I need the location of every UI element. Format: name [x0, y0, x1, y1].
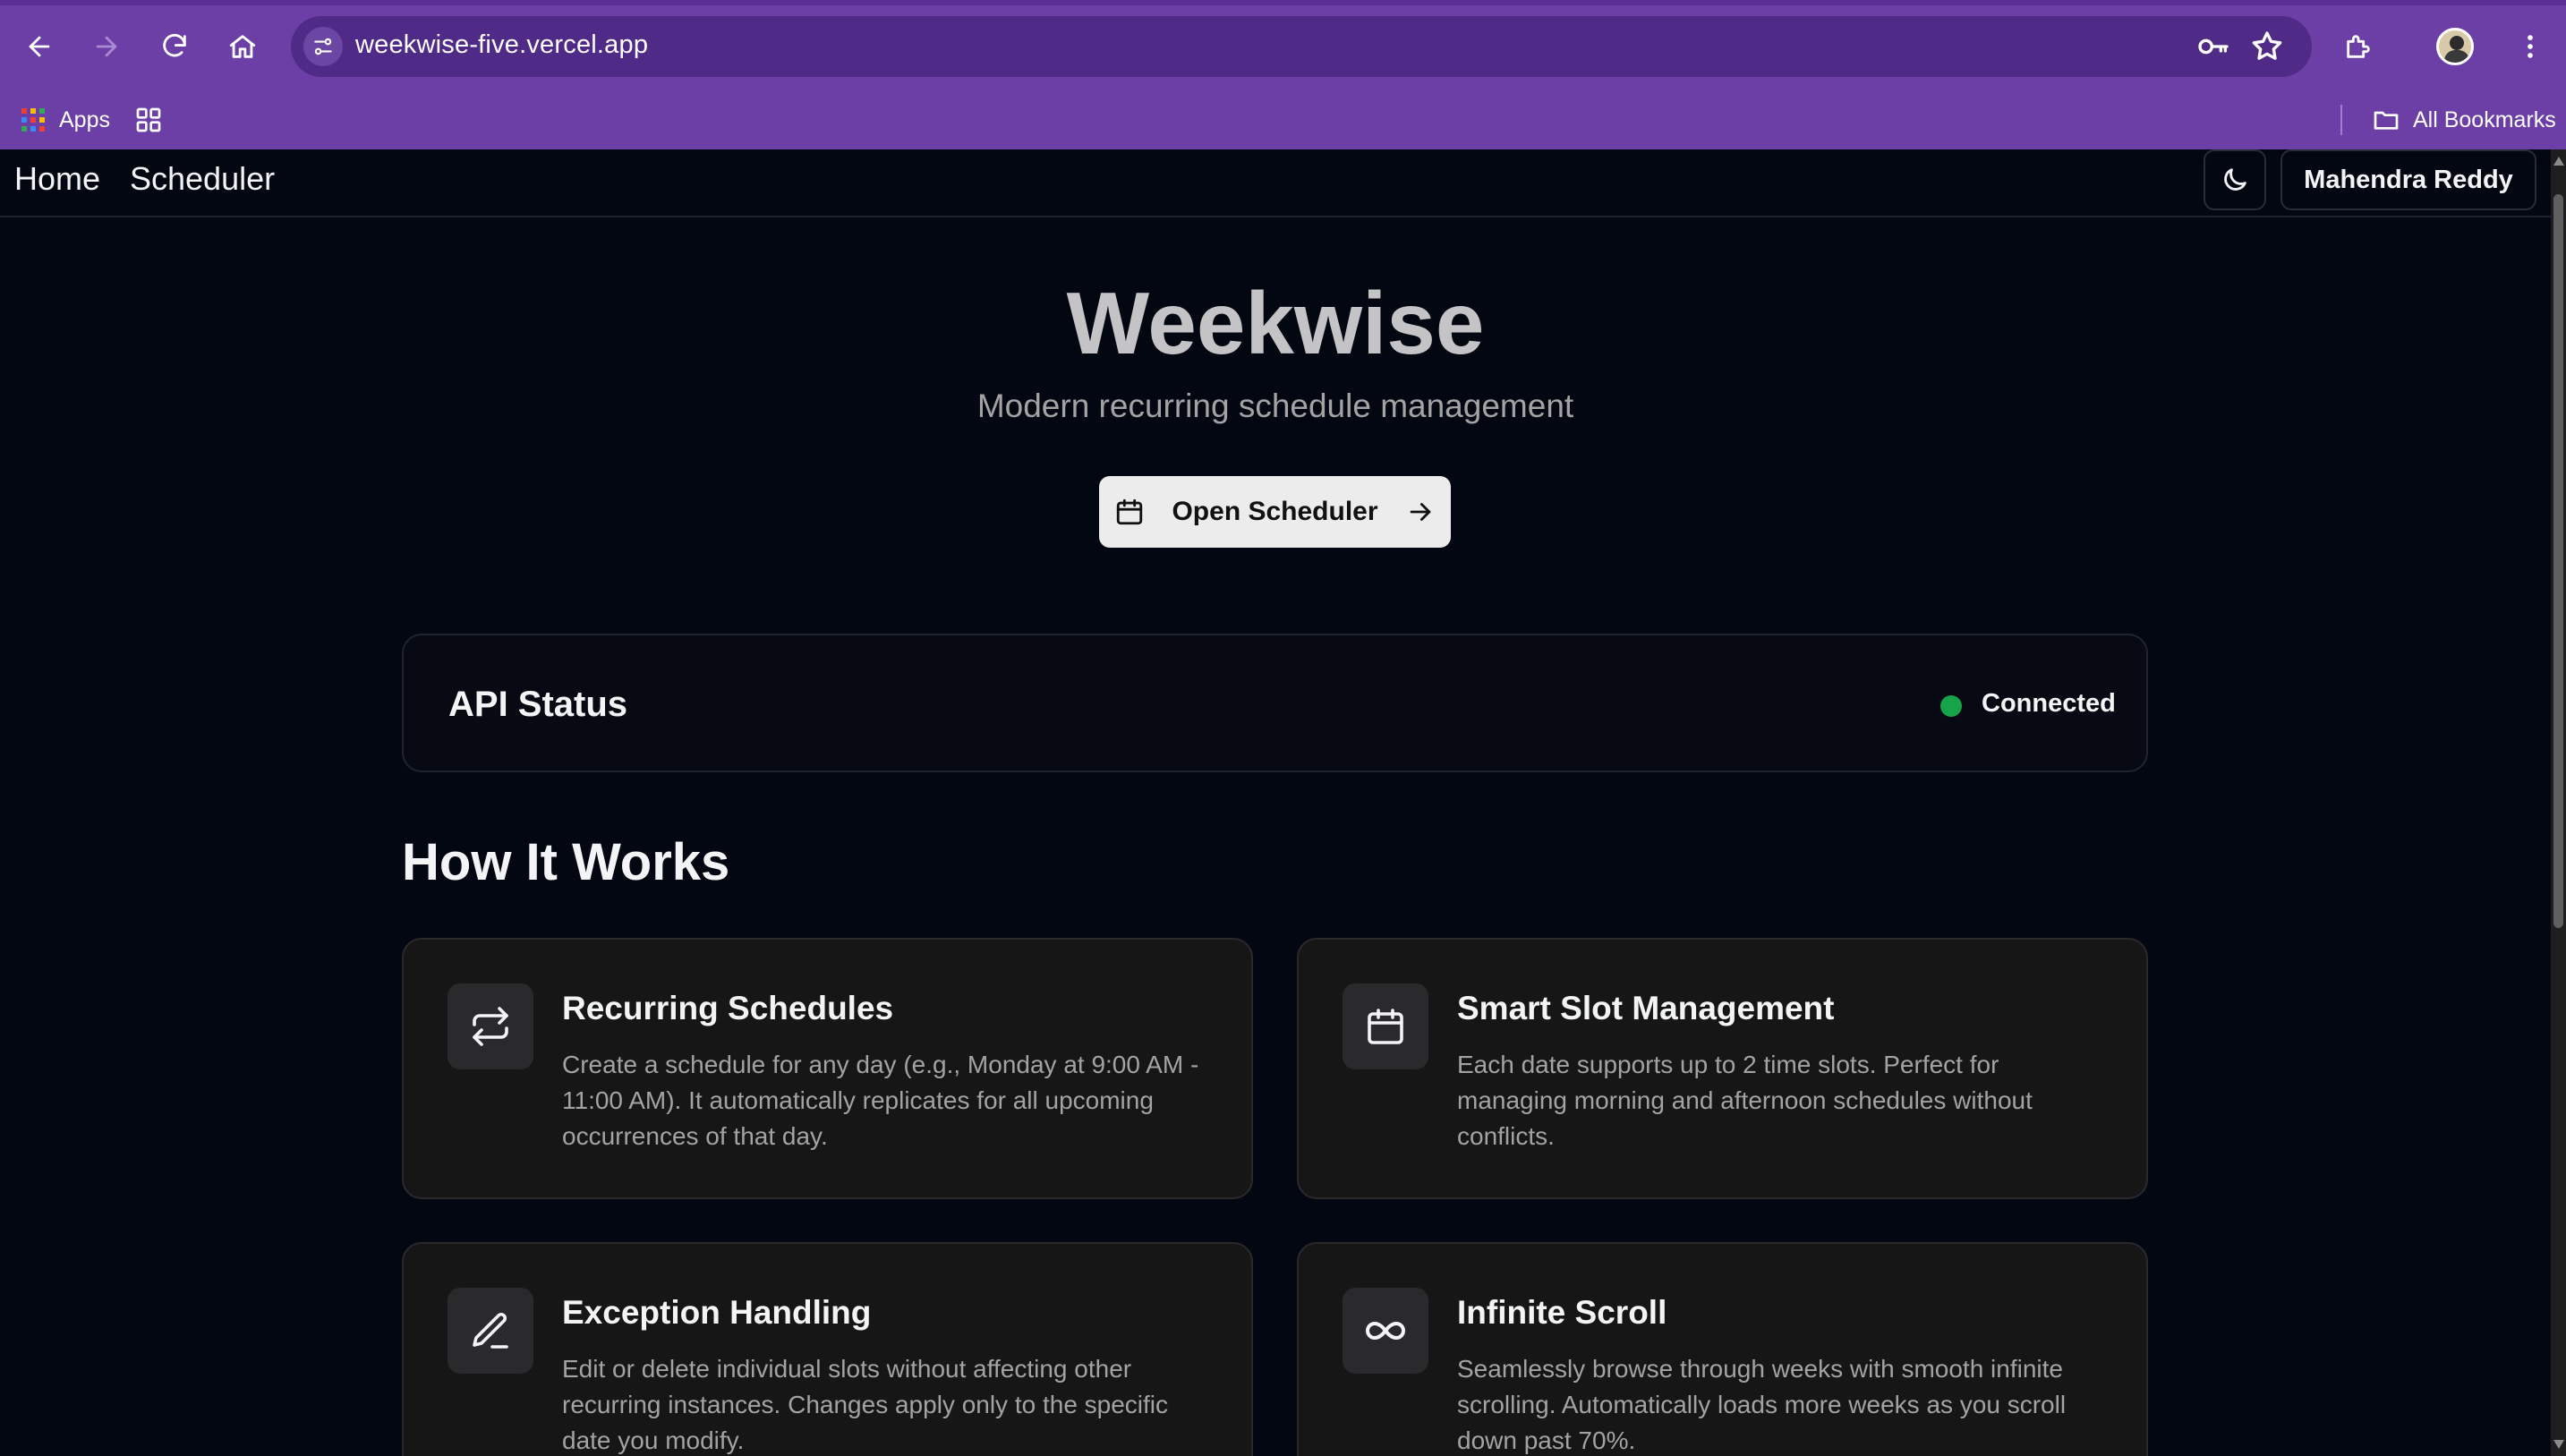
arrow-left-icon	[29, 36, 50, 57]
feature-title: Recurring Schedules	[562, 990, 894, 1026]
pencil-icon	[473, 1312, 508, 1349]
feature-description: Each date supports up to 2 time slots. P…	[1457, 1051, 2033, 1150]
feature-card-recurring: Recurring Schedules Create a schedule fo…	[402, 938, 1253, 1199]
feature-icon-box	[1343, 1288, 1428, 1374]
browser-chrome: weekwise-five.vercel.app Apps All Bookma…	[0, 0, 2566, 149]
calendar-icon	[1117, 498, 1143, 525]
feature-description: Seamlessly browse through weeks with smo…	[1457, 1355, 2067, 1454]
reload-button[interactable]	[148, 20, 201, 73]
extensions-button[interactable]	[2332, 20, 2385, 73]
feature-icon-box	[1343, 983, 1428, 1069]
bookmarks-bar: Apps All Bookmarks	[0, 92, 2566, 149]
reload-icon	[163, 34, 186, 57]
address-bar[interactable]: weekwise-five.vercel.app	[291, 16, 2312, 77]
puzzle-icon	[2347, 35, 2370, 58]
feature-icon-box	[448, 983, 533, 1069]
feature-card-exceptions: Exception Handling Edit or delete indivi…	[402, 1242, 1253, 1456]
all-bookmarks-label: All Bookmarks	[2413, 106, 2556, 132]
nav-home-link[interactable]: Home	[14, 160, 100, 198]
nav-scheduler-link[interactable]: Scheduler	[130, 160, 275, 198]
apps-grid-icon	[21, 108, 45, 132]
feature-card-infinite-scroll: Infinite Scroll Seamlessly browse throug…	[1297, 1242, 2148, 1456]
bookmark-tab-groups[interactable]	[134, 99, 163, 140]
feature-description: Edit or delete individual slots without …	[562, 1355, 1169, 1454]
key-icon[interactable]	[2195, 29, 2231, 64]
hero-title: Weekwise	[1066, 274, 1485, 372]
api-status-title: API Status	[448, 685, 628, 724]
page-scrollbar[interactable]	[2551, 149, 2566, 1456]
bookmark-apps[interactable]: Apps	[20, 99, 110, 140]
browser-menu-button[interactable]	[2503, 20, 2557, 73]
infinity-icon	[1366, 1322, 1405, 1340]
site-info-button[interactable]	[303, 27, 343, 66]
feature-title: Infinite Scroll	[1457, 1294, 1667, 1331]
feature-icon-box	[448, 1288, 533, 1374]
url-text[interactable]: weekwise-five.vercel.app	[355, 30, 648, 60]
folder-icon	[2374, 111, 2399, 130]
open-scheduler-button[interactable]: Open Scheduler	[1099, 476, 1451, 548]
forward-button[interactable]	[80, 20, 133, 73]
tab-groups-icon	[136, 107, 161, 132]
avatar	[2436, 28, 2474, 65]
feature-description: Create a schedule for any day (e.g., Mon…	[562, 1051, 1199, 1150]
profile-button[interactable]	[2428, 20, 2482, 73]
page-content: Home Scheduler Mahendra Reddy Weekwise M…	[0, 149, 2551, 1456]
app-navbar: Home Scheduler Mahendra Reddy	[0, 149, 2551, 217]
home-button[interactable]	[216, 20, 269, 73]
scrollbar-thumb[interactable]	[2553, 194, 2563, 928]
feature-title: Smart Slot Management	[1457, 990, 1835, 1026]
arrow-right-icon	[96, 36, 117, 57]
status-indicator-dot	[1940, 695, 1962, 717]
calendar-icon	[1368, 1009, 1403, 1044]
bookmarks-divider	[2340, 105, 2342, 135]
home-icon	[229, 35, 256, 58]
bookmark-apps-label: Apps	[59, 106, 110, 132]
browser-toolbar: weekwise-five.vercel.app	[0, 0, 2566, 92]
feature-title: Exception Handling	[562, 1294, 872, 1331]
back-button[interactable]	[13, 20, 66, 73]
theme-toggle-button[interactable]	[2204, 149, 2266, 210]
scroll-down-arrow[interactable]	[2553, 1440, 2564, 1449]
repeat-icon	[473, 1007, 508, 1046]
user-menu-button[interactable]: Mahendra Reddy	[2280, 149, 2536, 210]
hero-subtitle: Modern recurring schedule management	[976, 387, 1574, 424]
feature-card-slot-management: Smart Slot Management Each date supports…	[1297, 938, 2148, 1199]
open-scheduler-label: Open Scheduler	[1172, 497, 1378, 526]
tune-icon	[314, 38, 332, 55]
api-status-card: API Status Connected	[402, 634, 2148, 772]
all-bookmarks[interactable]: All Bookmarks	[2372, 99, 2556, 140]
arrow-right-icon	[1410, 503, 1430, 521]
moon-icon	[2224, 168, 2246, 191]
more-vertical-icon	[2528, 35, 2533, 58]
scroll-up-arrow[interactable]	[2553, 157, 2564, 166]
status-badge: Connected	[1982, 689, 2116, 718]
how-it-works-heading: How It Works	[402, 833, 730, 891]
star-icon[interactable]	[2249, 29, 2285, 64]
